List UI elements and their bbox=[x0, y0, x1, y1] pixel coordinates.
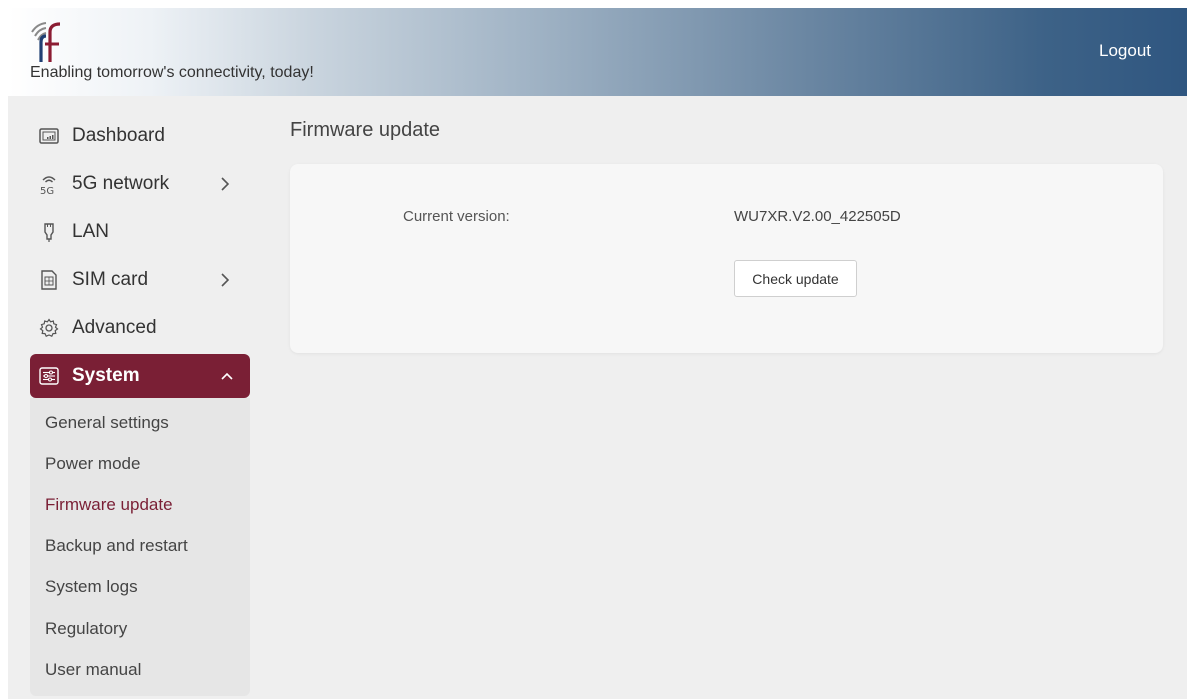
firmware-card: Current version: WU7XR.V2.00_422505D Che… bbox=[290, 164, 1163, 353]
5g-icon: 5G bbox=[38, 173, 60, 195]
sidebar-item-system[interactable]: System bbox=[30, 354, 250, 398]
submenu-item-system-logs[interactable]: System logs bbox=[30, 567, 250, 608]
page-title: Firmware update bbox=[290, 119, 441, 141]
chevron-right-icon bbox=[220, 272, 230, 288]
sidebar-item-label: Dashboard bbox=[72, 125, 165, 146]
header-banner: Enabling tomorrow's connectivity, today!… bbox=[8, 8, 1187, 96]
current-version-value: WU7XR.V2.00_422505D bbox=[734, 208, 901, 225]
chevron-up-icon bbox=[220, 371, 234, 381]
sidebar-item-label: 5G network bbox=[72, 173, 170, 194]
sim-card-icon bbox=[38, 269, 60, 291]
submenu-item-regulatory[interactable]: Regulatory bbox=[30, 608, 250, 649]
submenu-item-user-manual[interactable]: User manual bbox=[30, 649, 250, 690]
system-submenu: General settings Power mode Firmware upd… bbox=[30, 398, 250, 697]
sidebar-item-5g-network[interactable]: 5G 5G network bbox=[30, 160, 250, 208]
submenu-item-backup-and-restart[interactable]: Backup and restart bbox=[30, 526, 250, 567]
sidebar-item-label: Advanced bbox=[72, 317, 157, 338]
logout-link[interactable]: Logout bbox=[1099, 41, 1151, 61]
dashboard-icon bbox=[38, 125, 60, 147]
sidebar-item-label: LAN bbox=[72, 221, 109, 242]
chevron-right-icon bbox=[220, 176, 230, 192]
current-version-label: Current version: bbox=[403, 208, 510, 225]
svg-text:5G: 5G bbox=[40, 186, 54, 195]
sidebar-item-sim-card[interactable]: SIM card bbox=[30, 256, 250, 304]
rf-logo-icon bbox=[31, 22, 61, 62]
system-sliders-icon bbox=[38, 365, 60, 387]
check-update-button[interactable]: Check update bbox=[734, 260, 857, 297]
gear-icon bbox=[38, 317, 60, 339]
sidebar-item-label: SIM card bbox=[72, 269, 149, 290]
tagline: Enabling tomorrow's connectivity, today! bbox=[30, 64, 314, 81]
sidebar-item-lan[interactable]: LAN bbox=[30, 208, 250, 256]
sidebar-item-advanced[interactable]: Advanced bbox=[30, 304, 250, 352]
submenu-item-general-settings[interactable]: General settings bbox=[30, 402, 250, 443]
sidebar-item-label: System bbox=[72, 365, 140, 386]
ethernet-plug-icon bbox=[38, 221, 60, 243]
submenu-item-firmware-update[interactable]: Firmware update bbox=[30, 484, 250, 525]
sidebar-item-dashboard[interactable]: Dashboard bbox=[30, 112, 250, 160]
app-frame: Enabling tomorrow's connectivity, today!… bbox=[8, 8, 1187, 699]
sidebar-nav: Dashboard 5G 5G network LAN SIM card Adv… bbox=[30, 112, 250, 697]
submenu-item-power-mode[interactable]: Power mode bbox=[30, 443, 250, 484]
